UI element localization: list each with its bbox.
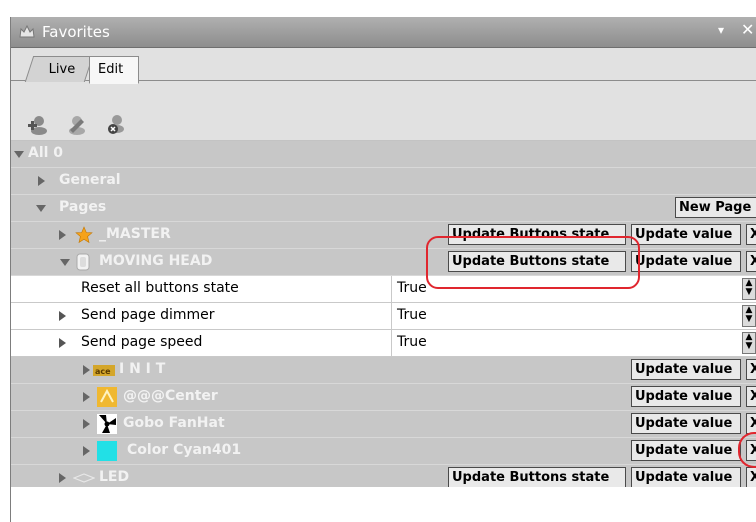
remove-x-button[interactable]: X: [746, 467, 756, 488]
tree-row-master[interactable]: _MASTER Update Buttons state Update valu…: [11, 222, 756, 249]
value-spinner[interactable]: ▲ ▼: [742, 332, 756, 354]
remove-x-button[interactable]: X: [746, 386, 756, 407]
value-spinner[interactable]: ▲ ▼: [742, 278, 756, 300]
remove-x-button[interactable]: X: [746, 359, 756, 380]
tab-live[interactable]: Live: [24, 56, 94, 82]
edit-favorite-icon[interactable]: [66, 113, 88, 135]
general-label: General: [59, 172, 121, 188]
update-value-button[interactable]: Update value: [631, 413, 741, 434]
led-icon: [73, 473, 95, 483]
property-value[interactable]: True: [397, 307, 427, 323]
tree-row-moving-head[interactable]: MOVING HEAD Update Buttons state Update …: [11, 249, 756, 276]
star-icon: [75, 226, 93, 244]
remove-x-button[interactable]: X: [746, 224, 756, 245]
tab-strip: Live Edit: [11, 48, 756, 105]
update-value-button[interactable]: Update value: [631, 359, 741, 380]
collapse-arrow-icon[interactable]: [14, 151, 24, 158]
window-title: Favorites: [42, 23, 110, 41]
window-close-icon[interactable]: ✕: [741, 20, 754, 39]
tree-row-all[interactable]: All 0: [11, 141, 756, 168]
property-row[interactable]: Send page speed True ▲ ▼: [11, 330, 756, 357]
expand-arrow-icon[interactable]: [83, 365, 90, 375]
tree-row-child[interactable]: Color Cyan401 Update value X: [11, 438, 756, 465]
column-separator: [391, 303, 392, 329]
property-name: Reset all buttons state: [81, 280, 239, 296]
update-value-button[interactable]: Update value: [631, 440, 741, 461]
collapse-arrow-icon[interactable]: [36, 205, 46, 212]
favorites-app-icon: [19, 24, 35, 38]
svg-text:ace: ace: [95, 367, 111, 376]
update-value-button[interactable]: Update value: [631, 467, 741, 488]
master-page-label: _MASTER: [99, 226, 171, 242]
update-value-button[interactable]: Update value: [631, 251, 741, 272]
tab-edit-label: Edit: [98, 62, 124, 77]
tab-edit[interactable]: Edit: [89, 56, 139, 84]
remove-x-button[interactable]: X: [746, 413, 756, 434]
column-separator: [391, 276, 392, 302]
remove-x-button[interactable]: X: [746, 251, 756, 272]
expand-arrow-icon[interactable]: [59, 311, 66, 321]
expand-arrow-icon[interactable]: [83, 446, 90, 456]
expand-arrow-icon[interactable]: [59, 230, 66, 240]
remove-x-button[interactable]: X: [746, 440, 756, 461]
favorites-window: Favorites ▾ ✕ Live Edit All 0 General Pa…: [10, 17, 756, 522]
gobo-icon: [97, 414, 117, 434]
expand-arrow-icon[interactable]: [38, 176, 45, 186]
tree-row-general[interactable]: General: [11, 168, 756, 195]
new-page-button[interactable]: New Page: [675, 197, 756, 218]
child-label: @@@Center: [123, 388, 218, 404]
update-buttons-state-button[interactable]: Update Buttons state: [448, 251, 626, 272]
moving-head-page-label: MOVING HEAD: [99, 253, 213, 269]
child-label: Color Cyan401: [127, 442, 242, 458]
pages-label: Pages: [59, 199, 107, 215]
tab-live-label: Live: [48, 62, 76, 77]
property-value[interactable]: True: [397, 334, 427, 350]
property-value[interactable]: True: [397, 280, 427, 296]
expand-arrow-icon[interactable]: [59, 338, 66, 348]
tree-row-child[interactable]: ace I N I T Update value X: [11, 357, 756, 384]
child-label: I N I T: [119, 361, 166, 377]
update-buttons-state-button[interactable]: Update Buttons state: [448, 467, 626, 488]
cyan-swatch-icon: [97, 441, 117, 461]
property-row[interactable]: Send page dimmer True ▲ ▼: [11, 303, 756, 330]
property-row[interactable]: Reset all buttons state True ▲ ▼: [11, 276, 756, 303]
update-buttons-state-button[interactable]: Update Buttons state: [448, 224, 626, 245]
init-icon: ace: [93, 365, 115, 376]
moving-head-icon: [76, 253, 90, 271]
column-separator: [391, 330, 392, 356]
led-page-label: LED: [99, 469, 130, 485]
all-label: All 0: [28, 145, 64, 161]
expand-arrow-icon[interactable]: [83, 419, 90, 429]
remove-favorite-icon[interactable]: [105, 113, 127, 135]
empty-area: [11, 487, 756, 522]
collapse-arrow-icon[interactable]: [60, 259, 70, 266]
expand-arrow-icon[interactable]: [59, 473, 66, 483]
toolbar: [11, 105, 756, 141]
add-favorite-icon[interactable]: [27, 113, 49, 135]
update-value-button[interactable]: Update value: [631, 386, 741, 407]
tree-row-child[interactable]: Gobo FanHat Update value X: [11, 411, 756, 438]
center-icon: [97, 387, 117, 407]
property-name: Send page speed: [81, 334, 203, 350]
value-spinner[interactable]: ▲ ▼: [742, 305, 756, 327]
window-menu-chevron-icon[interactable]: ▾: [718, 23, 724, 37]
title-bar[interactable]: Favorites ▾ ✕: [11, 17, 756, 48]
expand-arrow-icon[interactable]: [83, 392, 90, 402]
property-name: Send page dimmer: [81, 307, 215, 323]
child-label: Gobo FanHat: [123, 415, 225, 431]
tree-row-child[interactable]: @@@Center Update value X: [11, 384, 756, 411]
update-value-button[interactable]: Update value: [631, 224, 741, 245]
tree-row-pages[interactable]: Pages New Page: [11, 195, 756, 222]
